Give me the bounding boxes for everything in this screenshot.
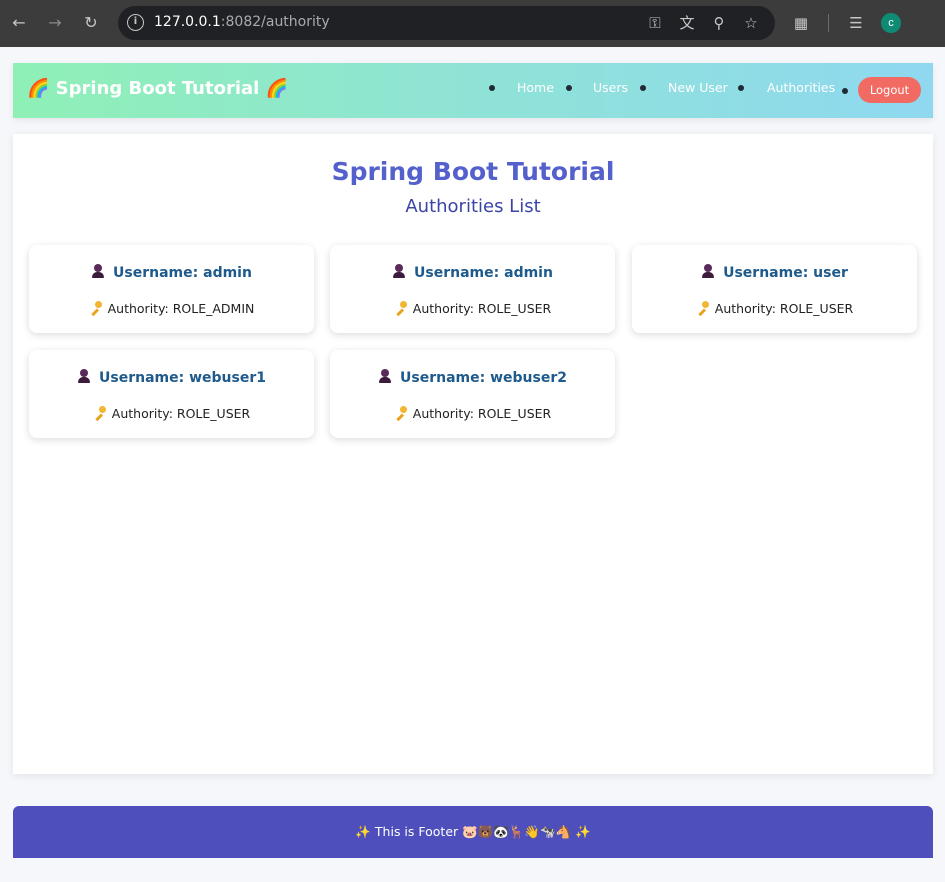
url-host: 127.0.0.1 — [154, 14, 221, 30]
reload-icon[interactable]: ↻ — [80, 12, 102, 34]
nav-bullet — [566, 85, 572, 91]
forward-arrow-icon[interactable]: → — [44, 12, 66, 34]
page-subtitle: Authorities List — [405, 196, 541, 217]
nav-link-users[interactable]: Users — [593, 80, 628, 95]
card-authority: Authority: ROLE_USER — [330, 406, 615, 421]
authority-card: Username: webuser1 Authority: ROLE_USER — [29, 350, 314, 438]
authority-text: Authority: ROLE_USER — [412, 406, 552, 421]
card-username: Username: user — [632, 264, 917, 281]
translate-icon[interactable]: 文 — [676, 12, 698, 34]
card-username: Username: admin — [29, 264, 314, 281]
username-text: Username: webuser2 — [400, 370, 567, 386]
star-icon[interactable]: ☆ — [740, 12, 762, 34]
key-icon — [394, 406, 407, 419]
browser-toolbar: ← → ↻ i 127.0.0.1:8082/authority ⚿ 文 ⚲ ☆… — [0, 0, 945, 47]
nav-bullet — [640, 85, 646, 91]
nav-link-authorities[interactable]: Authorities — [767, 80, 835, 95]
main-panel: Spring Boot Tutorial Authorities List Us… — [13, 134, 933, 774]
authority-card: Username: admin Authority: ROLE_USER — [330, 245, 615, 333]
card-authority: Authority: ROLE_USER — [29, 406, 314, 421]
card-username: Username: webuser2 — [330, 369, 615, 386]
page-title: Spring Boot Tutorial — [331, 157, 615, 186]
authority-text: Authority: ROLE_USER — [412, 301, 552, 316]
authority-text: Authority: ROLE_ADMIN — [107, 301, 255, 316]
key-icon — [89, 301, 102, 314]
card-authority: Authority: ROLE_ADMIN — [29, 301, 314, 316]
nav-bullet — [842, 88, 848, 94]
url-text[interactable]: 127.0.0.1:8082/authority — [154, 14, 330, 30]
url-path: :8082/authority — [220, 14, 330, 30]
main-nav: Home Users New User Authorities — [13, 63, 933, 118]
username-text: Username: webuser1 — [99, 370, 266, 386]
zoom-icon[interactable]: ⚲ — [708, 12, 730, 34]
card-username: Username: admin — [330, 264, 615, 281]
authority-card: Username: user Authority: ROLE_USER — [632, 245, 917, 333]
back-arrow-icon[interactable]: ← — [8, 12, 30, 34]
nav-link-home[interactable]: Home — [517, 80, 554, 95]
user-icon — [77, 369, 91, 383]
authority-card: Username: admin Authority: ROLE_ADMIN — [29, 245, 314, 333]
card-authority: Authority: ROLE_USER — [632, 301, 917, 316]
media-control-icon[interactable]: ☰ — [845, 12, 867, 34]
site-info-icon[interactable]: i — [127, 14, 144, 31]
logout-button[interactable]: Logout — [858, 77, 921, 103]
authority-text: Authority: ROLE_USER — [111, 406, 251, 421]
address-bar[interactable]: i 127.0.0.1:8082/authority ⚿ 文 ⚲ ☆ — [118, 6, 775, 40]
user-icon — [701, 264, 715, 278]
profile-avatar[interactable]: c — [881, 13, 901, 33]
puzzle-icon[interactable]: ▦ — [790, 12, 812, 34]
nav-link-new-user[interactable]: New User — [668, 80, 728, 95]
user-icon — [392, 264, 406, 278]
user-icon — [91, 264, 105, 278]
authority-card: Username: webuser2 Authority: ROLE_USER — [330, 350, 615, 438]
nav-bullet — [489, 85, 495, 91]
card-authority: Authority: ROLE_USER — [330, 301, 615, 316]
key-icon — [394, 301, 407, 314]
site-header: 🌈 Spring Boot Tutorial 🌈 Home Users New … — [13, 63, 933, 118]
footer-text: ✨ This is Footer 🐷🐻🐼🦌👋🐄🐴 ✨ — [355, 824, 591, 839]
user-icon — [378, 369, 392, 383]
key-icon — [93, 406, 106, 419]
username-text: Username: user — [723, 265, 848, 281]
toolbar-divider — [828, 14, 829, 32]
nav-bullet — [738, 85, 744, 91]
username-text: Username: admin — [414, 265, 553, 281]
card-username: Username: webuser1 — [29, 369, 314, 386]
key-icon[interactable]: ⚿ — [644, 12, 666, 34]
username-text: Username: admin — [113, 265, 252, 281]
site-footer: ✨ This is Footer 🐷🐻🐼🦌👋🐄🐴 ✨ — [13, 806, 933, 858]
key-icon — [696, 301, 709, 314]
authority-text: Authority: ROLE_USER — [714, 301, 854, 316]
